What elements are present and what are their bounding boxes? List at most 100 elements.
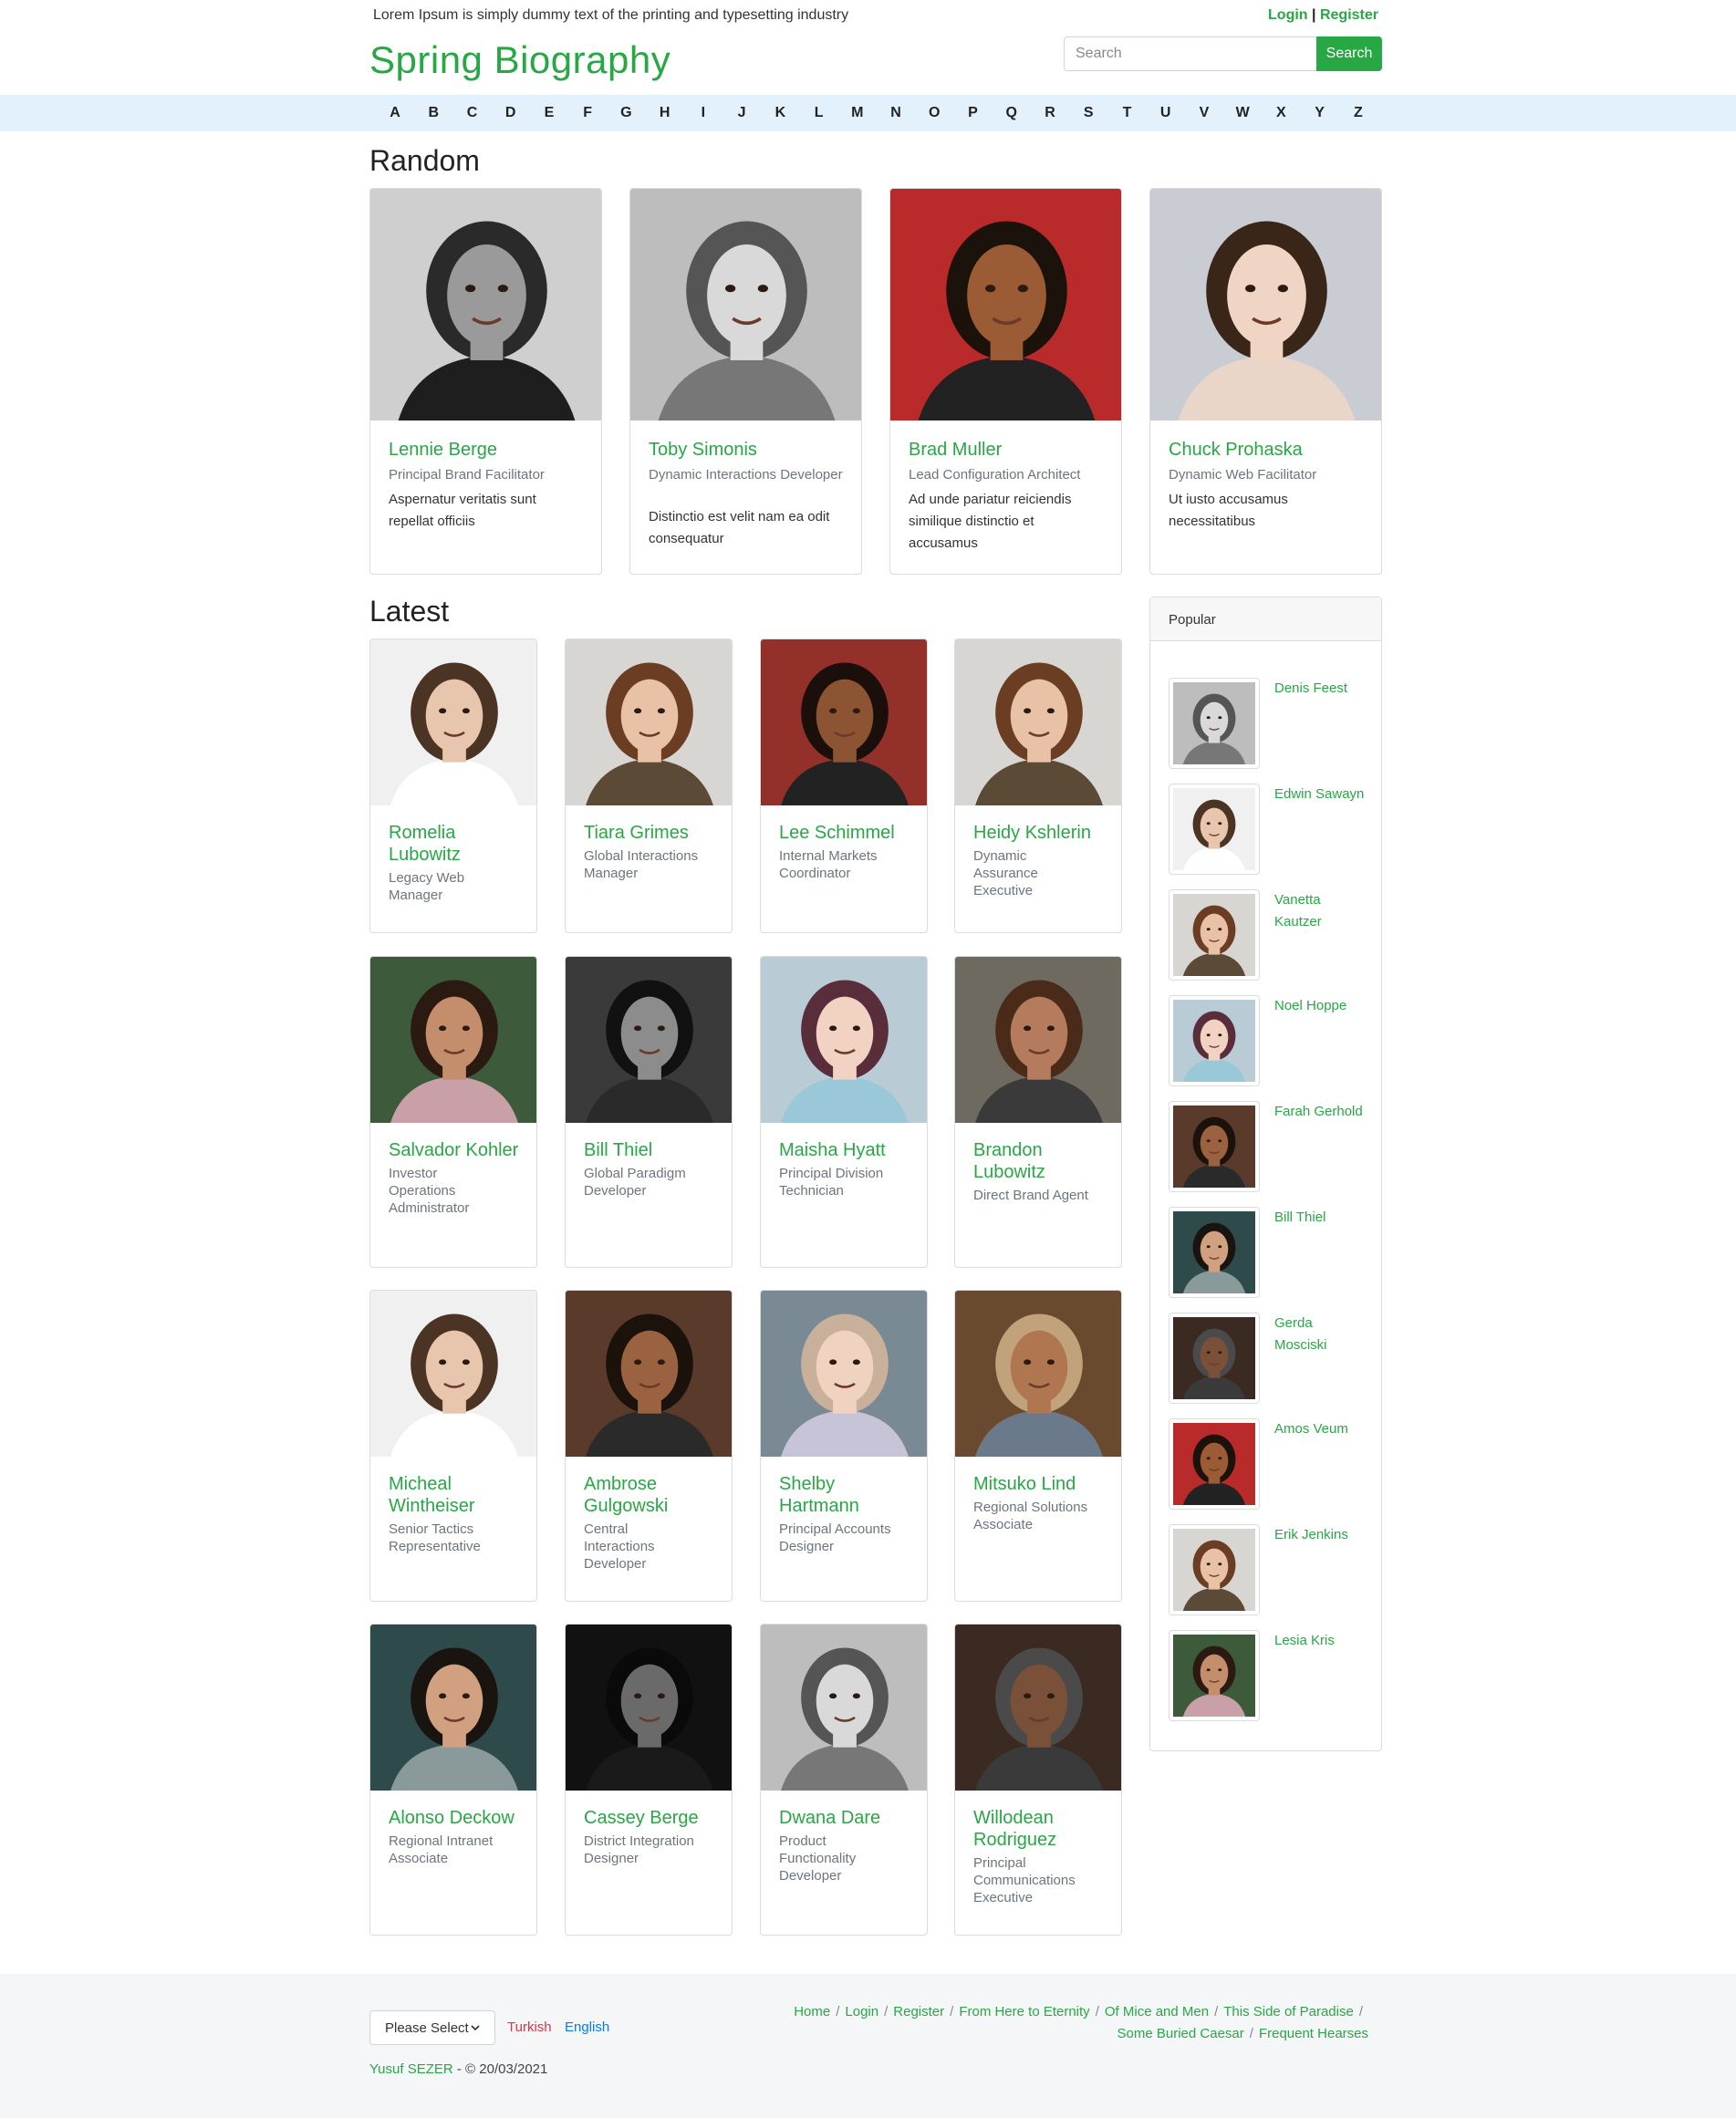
alphabet-link-y[interactable]: Y: [1311, 105, 1329, 121]
alphabet-link-u[interactable]: U: [1157, 105, 1175, 121]
popular-thumbnail[interactable]: [1169, 1313, 1260, 1404]
popular-thumbnail[interactable]: [1169, 1207, 1260, 1298]
person-photo[interactable]: [566, 1625, 732, 1791]
alphabet-link-w[interactable]: W: [1233, 105, 1252, 121]
login-link[interactable]: Login: [1268, 7, 1308, 23]
search-input[interactable]: [1064, 36, 1316, 71]
latest-person-card[interactable]: Tiara Grimes Global Interactions Manager: [565, 639, 733, 933]
footer-link[interactable]: Frequent Hearses: [1259, 2026, 1368, 2041]
latest-person-card[interactable]: Dwana Dare Product Functionality Develope…: [760, 1624, 928, 1936]
popular-name[interactable]: Farah Gerhold: [1274, 1101, 1366, 1123]
latest-person-card[interactable]: Mitsuko Lind Regional Solutions Associate: [954, 1290, 1122, 1602]
person-photo[interactable]: [370, 1625, 536, 1791]
alphabet-link-k[interactable]: K: [771, 105, 789, 121]
alphabet-link-a[interactable]: A: [386, 105, 404, 121]
person-name[interactable]: Maisha Hyatt: [779, 1139, 916, 1161]
author-link[interactable]: Yusuf SEZER: [369, 2061, 453, 2077]
latest-person-card[interactable]: Maisha Hyatt Principal Division Technicia…: [760, 956, 928, 1268]
popular-thumbnail[interactable]: [1169, 889, 1260, 981]
latest-person-card[interactable]: Lee Schimmel Internal Markets Coordinator: [760, 639, 928, 933]
alphabet-link-t[interactable]: T: [1117, 105, 1136, 121]
alphabet-link-i[interactable]: I: [694, 105, 712, 121]
person-name[interactable]: Romelia Lubowitz: [389, 822, 525, 866]
person-photo[interactable]: [955, 639, 1121, 805]
popular-name[interactable]: Amos Veum: [1274, 1418, 1366, 1440]
popular-name[interactable]: Gerda Mosciski: [1274, 1313, 1366, 1356]
footer-link[interactable]: This Side of Paradise: [1223, 2004, 1354, 2019]
popular-name[interactable]: Edwin Sawayn: [1274, 784, 1366, 805]
person-photo[interactable]: [566, 639, 732, 805]
popular-thumbnail[interactable]: [1169, 1418, 1260, 1510]
alphabet-link-z[interactable]: Z: [1349, 105, 1367, 121]
person-photo[interactable]: [955, 1625, 1121, 1791]
latest-person-card[interactable]: Ambrose Gulgowski Central Interactions De…: [565, 1290, 733, 1602]
popular-thumbnail[interactable]: [1169, 995, 1260, 1086]
person-photo[interactable]: [370, 957, 536, 1123]
person-name[interactable]: Brandon Lubowitz: [973, 1139, 1110, 1183]
person-name[interactable]: Bill Thiel: [584, 1139, 721, 1161]
popular-thumbnail[interactable]: [1169, 1630, 1260, 1721]
person-photo[interactable]: [370, 189, 601, 420]
person-photo[interactable]: [761, 1625, 927, 1791]
language-select[interactable]: Please Select: [369, 2010, 495, 2045]
alphabet-link-o[interactable]: O: [925, 105, 943, 121]
person-name[interactable]: Tiara Grimes: [584, 822, 721, 844]
footer-link[interactable]: Some Buried Caesar: [1117, 2026, 1244, 2041]
person-name[interactable]: Cassey Berge: [584, 1807, 721, 1829]
alphabet-link-l[interactable]: L: [810, 105, 828, 121]
random-person-card[interactable]: Brad Muller Lead Configuration Architect A…: [889, 188, 1122, 575]
latest-person-card[interactable]: Brandon Lubowitz Direct Brand Agent: [954, 956, 1122, 1268]
person-name[interactable]: Lee Schimmel: [779, 822, 916, 844]
footer-link[interactable]: Home: [794, 2004, 830, 2019]
person-photo[interactable]: [566, 1291, 732, 1457]
person-photo[interactable]: [890, 189, 1121, 420]
person-photo[interactable]: [370, 1291, 536, 1457]
alphabet-link-c[interactable]: C: [463, 105, 481, 121]
latest-person-card[interactable]: Alonso Deckow Regional Intranet Associate: [369, 1624, 537, 1936]
person-photo[interactable]: [630, 189, 861, 420]
latest-person-card[interactable]: Cassey Berge District Integration Designe…: [565, 1624, 733, 1936]
random-person-card[interactable]: Toby Simonis Dynamic Interactions Develop…: [629, 188, 862, 575]
popular-name[interactable]: Vanetta Kautzer: [1274, 889, 1366, 933]
person-photo[interactable]: [955, 957, 1121, 1123]
alphabet-link-n[interactable]: N: [887, 105, 905, 121]
latest-person-card[interactable]: Micheal Wintheiser Senior Tactics Represe…: [369, 1290, 537, 1602]
lang-turkish-link[interactable]: Turkish: [507, 2019, 552, 2035]
alphabet-link-r[interactable]: R: [1041, 105, 1059, 121]
popular-name[interactable]: Noel Hoppe: [1274, 995, 1366, 1017]
latest-person-card[interactable]: Salvador Kohler Investor Operations Admin…: [369, 956, 537, 1268]
person-photo[interactable]: [955, 1291, 1121, 1457]
footer-link[interactable]: Of Mice and Men: [1105, 2004, 1209, 2019]
register-link[interactable]: Register: [1320, 7, 1378, 23]
alphabet-link-q[interactable]: Q: [1003, 105, 1021, 121]
popular-thumbnail[interactable]: [1169, 678, 1260, 769]
alphabet-link-m[interactable]: M: [848, 105, 867, 121]
person-name[interactable]: Dwana Dare: [779, 1807, 916, 1829]
footer-link[interactable]: From Here to Eternity: [959, 2004, 1089, 2019]
popular-thumbnail[interactable]: [1169, 1524, 1260, 1615]
random-person-card[interactable]: Lennie Berge Principal Brand Facilitator A…: [369, 188, 602, 575]
latest-person-card[interactable]: Shelby Hartmann Principal Accounts Design…: [760, 1290, 928, 1602]
lang-english-link[interactable]: English: [565, 2019, 609, 2035]
latest-person-card[interactable]: Romelia Lubowitz Legacy Web Manager: [369, 639, 537, 933]
person-name[interactable]: Alonso Deckow: [389, 1807, 525, 1829]
alphabet-link-j[interactable]: J: [733, 105, 751, 121]
alphabet-link-v[interactable]: V: [1195, 105, 1213, 121]
alphabet-link-s[interactable]: S: [1079, 105, 1097, 121]
popular-name[interactable]: Denis Feest: [1274, 678, 1366, 700]
alphabet-link-d[interactable]: D: [502, 105, 520, 121]
person-photo[interactable]: [761, 639, 927, 805]
latest-person-card[interactable]: Willodean Rodriguez Principal Communicati…: [954, 1624, 1122, 1936]
alphabet-link-g[interactable]: G: [617, 105, 635, 121]
alphabet-link-b[interactable]: B: [424, 105, 442, 121]
person-name[interactable]: Mitsuko Lind: [973, 1473, 1110, 1495]
popular-thumbnail[interactable]: [1169, 1101, 1260, 1192]
footer-link[interactable]: Login: [845, 2004, 878, 2019]
random-person-card[interactable]: Chuck Prohaska Dynamic Web Facilitator Ut …: [1149, 188, 1382, 575]
alphabet-link-f[interactable]: F: [578, 105, 597, 121]
popular-name[interactable]: Erik Jenkins: [1274, 1524, 1366, 1546]
footer-link[interactable]: Register: [893, 2004, 944, 2019]
person-photo[interactable]: [566, 957, 732, 1123]
latest-person-card[interactable]: Heidy Kshlerin Dynamic Assurance Executiv…: [954, 639, 1122, 933]
person-name[interactable]: Toby Simonis: [649, 439, 845, 461]
